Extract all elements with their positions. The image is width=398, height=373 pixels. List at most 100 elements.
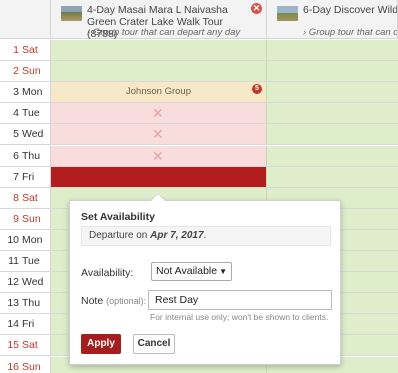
day-number: 13 [7,297,19,310]
day-of-week: Mon [22,233,43,246]
note-optional-text: (optional): [106,296,147,306]
availability-select[interactable]: Not Available ▼ [151,262,232,281]
day-number: 4 [13,107,19,120]
note-help-text: For internal use only; won't be shown to… [150,312,329,322]
tour-thumbnail-image [277,6,298,21]
day-label: 14 Fri [0,314,51,335]
apply-button[interactable]: Apply [81,334,121,354]
calendar-row: 6 Thu ✕ [0,145,398,167]
selected-cell[interactable] [51,166,267,187]
day-of-week: Mon [22,86,43,99]
day-of-week: Sun [22,360,41,373]
booked-cell[interactable]: Johnson Group 5 [51,82,267,103]
day-label: 13 Thu [0,293,51,314]
availability-cell[interactable] [267,166,398,187]
popover-title: Set Availability [81,211,155,223]
day-label: 12 Wed [0,272,51,293]
unavailable-cell[interactable]: ✕ [51,145,267,166]
calendar-row: 3 Mon Johnson Group 5 [0,82,398,104]
availability-cell[interactable] [267,40,398,60]
day-number: 9 [13,212,19,225]
day-number: 16 [7,360,19,373]
day-label: 16 Sun [0,356,51,373]
calendar-row: 4 Tue ✕ [0,103,398,125]
departure-prefix: Departure on [89,230,151,241]
cancel-button[interactable]: Cancel [133,334,175,354]
availability-cell[interactable] [267,82,398,103]
tour-subtitle: › Group tour that can depart [303,27,397,38]
unavailable-x-icon: ✕ [152,147,164,164]
day-of-week: Thu [22,297,41,310]
day-number: 3 [13,86,19,99]
day-number: 14 [7,318,19,331]
day-number: 15 [7,339,19,352]
set-availability-popover: Set Availability Departure on Apr 7, 201… [69,193,341,365]
availability-cell[interactable] [51,61,267,82]
day-label: 10 Mon [0,229,51,250]
day-label: 4 Tue [0,103,51,124]
day-of-week: Tue [22,255,40,267]
day-of-week: Fri [22,318,35,331]
departure-info: Departure on Apr 7, 2017. [81,226,331,246]
tour-header-row: 4-Day Masai Mara L Naivasha Green Crater… [0,0,398,39]
day-of-week: Wed [22,128,44,141]
availability-label: Availability: [81,267,134,279]
day-number: 10 [7,233,19,246]
day-label: 5 Wed [0,124,51,145]
day-number: 6 [13,149,19,162]
group-booking-label[interactable]: Johnson Group [51,82,266,102]
availability-cell[interactable] [267,61,398,82]
day-label: 6 Thu [0,145,51,166]
header-corner-cell [0,0,51,39]
day-label: 2 Sun [0,61,51,82]
day-of-week: Thu [22,149,41,162]
day-number: 11 [8,255,19,267]
day-of-week: Sat [22,339,38,352]
calendar-row: 2 Sun [0,61,398,83]
day-of-week: Sat [22,44,38,56]
day-number: 12 [7,276,19,289]
unavailable-x-icon: ✕ [152,126,164,143]
availability-cell[interactable] [267,124,398,145]
day-of-week: Wed [22,276,44,289]
day-number: 7 [13,170,19,183]
note-input[interactable]: Rest Day [148,290,332,310]
day-of-week: Fri [22,170,35,183]
availability-selected-value: Not Available [156,265,218,277]
departure-suffix: . [203,230,207,241]
remove-tour-icon[interactable]: ✕ [251,3,262,14]
day-label: 11 Tue [0,251,51,271]
day-of-week: Tue [22,107,40,120]
tour-subtitle: › Group tour that can depart any day [87,27,241,38]
unavailable-x-icon: ✕ [152,105,164,122]
departure-date: Apr 7, 2017 [150,230,204,241]
day-label: 3 Mon [0,82,51,103]
tour-title[interactable]: 6-Day Discover Wildlife in Serengeti Par… [303,4,397,16]
day-number: 5 [13,128,19,141]
day-label: 1 Sat [0,40,51,60]
unavailable-cell[interactable]: ✕ [51,103,267,124]
day-label: 7 Fri [0,166,51,187]
calendar-row: 1 Sat [0,40,398,61]
popover-arrow [150,193,166,201]
tour-thumbnail-image [61,6,82,21]
day-label: 15 Sat [0,335,51,356]
day-label: 8 Sat [0,187,51,208]
day-of-week: Sat [22,191,38,204]
calendar-row: 7 Fri [0,166,398,188]
day-of-week: Sun [22,65,41,78]
day-number: 1 [13,44,19,56]
dropdown-caret-icon: ▼ [219,267,227,276]
day-number: 2 [13,65,19,78]
availability-cell[interactable] [267,103,398,124]
note-label-text: Note [81,295,104,307]
day-label: 9 Sun [0,208,51,229]
tour-column-header[interactable]: 4-Day Masai Mara L Naivasha Green Crater… [51,0,267,39]
availability-cell[interactable] [267,145,398,166]
note-label: Note (optional): [81,295,146,307]
day-of-week: Sun [22,212,41,225]
unavailable-cell[interactable]: ✕ [51,124,267,145]
availability-cell[interactable] [51,40,267,60]
tour-column-header[interactable]: 6-Day Discover Wildlife in Serengeti Par… [267,0,398,39]
calendar-row: 5 Wed ✕ [0,124,398,146]
